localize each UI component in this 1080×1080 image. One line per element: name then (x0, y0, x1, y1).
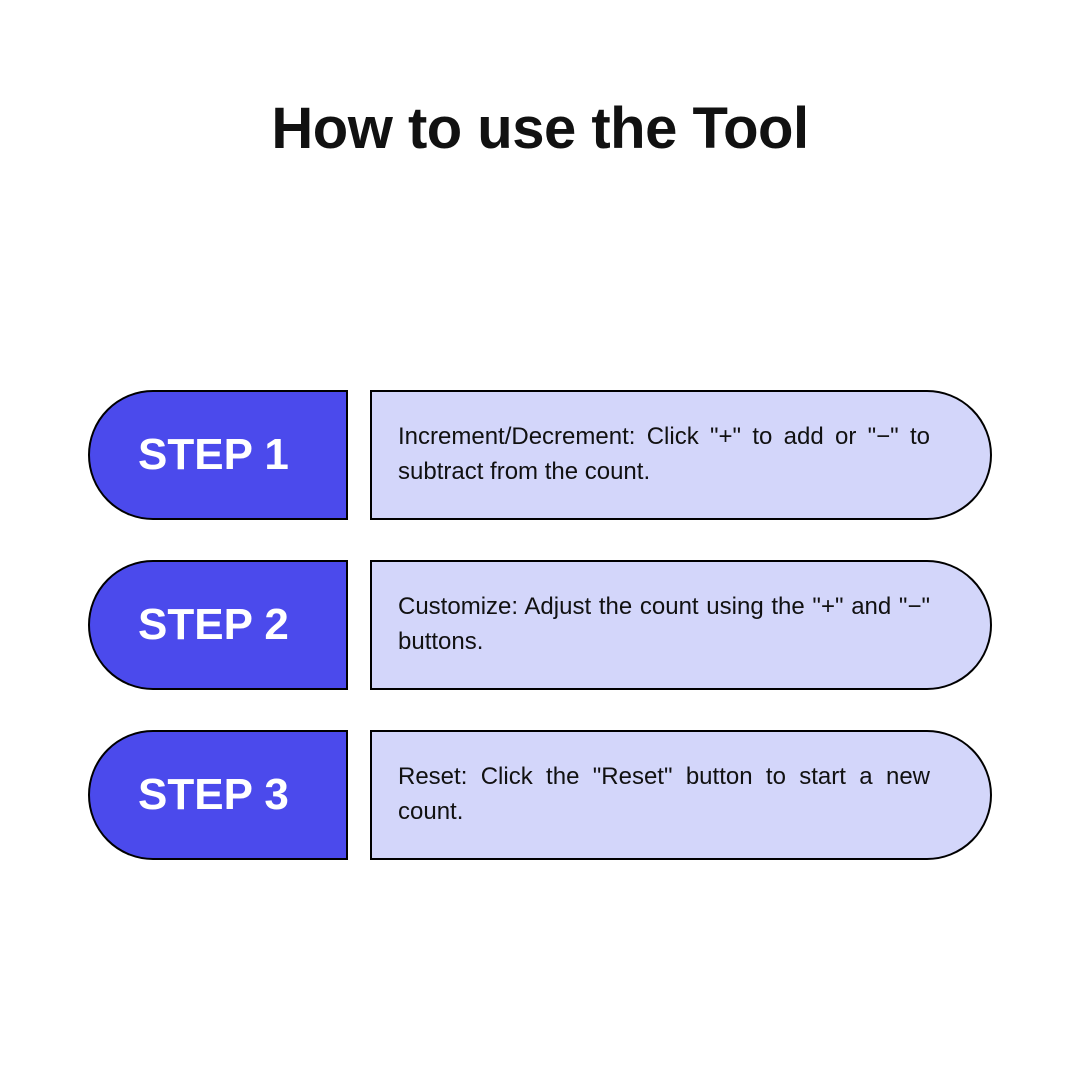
step-label: STEP 3 (138, 770, 289, 820)
page-title: How to use the Tool (0, 95, 1080, 162)
step-row-3: STEP 3 Reset: Click the "Reset" button t… (88, 730, 992, 860)
step-badge-2: STEP 2 (88, 560, 348, 690)
step-description: Customize: Adjust the count using the "+… (398, 590, 930, 660)
step-content-3: Reset: Click the "Reset" button to start… (370, 730, 992, 860)
step-content-2: Customize: Adjust the count using the "+… (370, 560, 992, 690)
step-description: Increment/Decrement: Click "+" to add or… (398, 420, 930, 490)
step-label: STEP 2 (138, 600, 289, 650)
step-description: Reset: Click the "Reset" button to start… (398, 760, 930, 830)
step-label: STEP 1 (138, 430, 289, 480)
step-row-2: STEP 2 Customize: Adjust the count using… (88, 560, 992, 690)
step-content-1: Increment/Decrement: Click "+" to add or… (370, 390, 992, 520)
step-badge-3: STEP 3 (88, 730, 348, 860)
steps-list: STEP 1 Increment/Decrement: Click "+" to… (88, 390, 992, 860)
step-row-1: STEP 1 Increment/Decrement: Click "+" to… (88, 390, 992, 520)
step-badge-1: STEP 1 (88, 390, 348, 520)
